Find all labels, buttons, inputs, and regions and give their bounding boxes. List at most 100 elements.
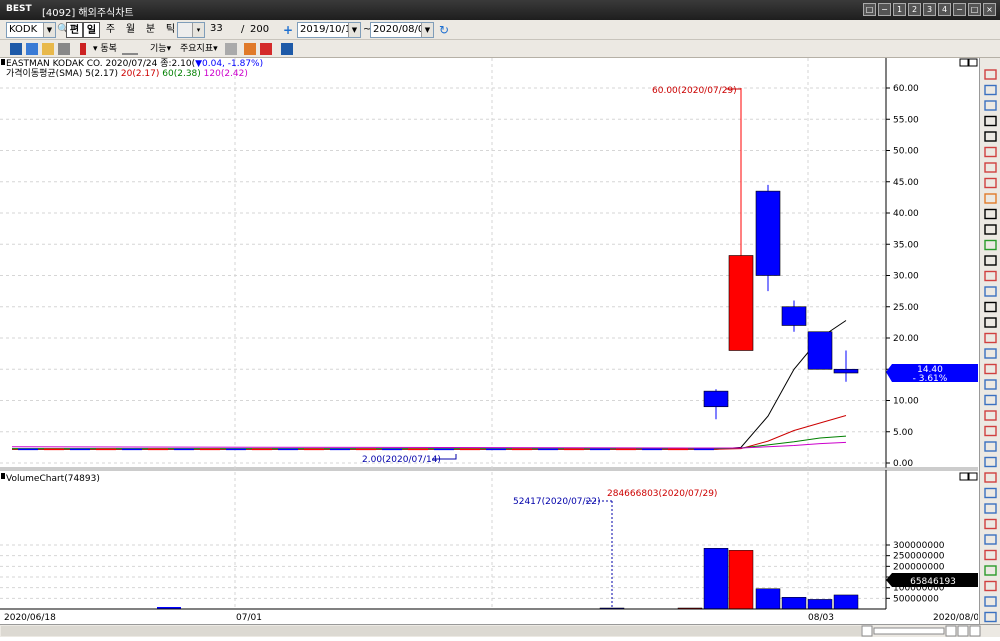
volume-annotation-max: 284666803(2020/07/29) bbox=[607, 489, 717, 499]
drawing-tool-icon[interactable] bbox=[984, 379, 997, 390]
drawing-tool-icon[interactable] bbox=[984, 224, 997, 235]
window-btn-minimize-tool[interactable]: − bbox=[878, 3, 891, 16]
period-month-tab[interactable]: 월 bbox=[122, 22, 139, 38]
window-btn-layout-4[interactable]: 4 bbox=[938, 3, 951, 16]
drawing-tool-icon[interactable] bbox=[984, 441, 997, 452]
trend-tool-icon[interactable] bbox=[122, 43, 138, 55]
interval-dropdown-icon[interactable]: ▾ bbox=[192, 23, 204, 37]
end-date-field[interactable]: 2020/08/04 ▼ bbox=[370, 22, 434, 38]
export-data-icon[interactable] bbox=[244, 43, 256, 55]
drawing-tool-icon[interactable] bbox=[984, 518, 997, 530]
window-title: [4092] 해외주식차트 bbox=[42, 8, 134, 19]
bottom-scrollbar[interactable] bbox=[0, 624, 1000, 637]
function-menu[interactable]: 기능▾ bbox=[150, 43, 171, 55]
drawing-tool-icon[interactable] bbox=[984, 394, 997, 406]
window-maximize-button[interactable]: □ bbox=[968, 3, 981, 16]
drawing-tool-icon[interactable] bbox=[984, 534, 997, 545]
drawing-tool-icon[interactable] bbox=[984, 487, 997, 499]
window-close-button[interactable]: × bbox=[983, 3, 996, 16]
main-toolbar: KODK ▼ 🔍 편 일 주 월 분 틱 ▾ 33 / 200 + 2019/1… bbox=[0, 20, 1000, 40]
chart-area[interactable]: 60.00 55.00 50.00 45.00 40.00 35.00 30.00 25.00… bbox=[0, 58, 985, 626]
price-panel-close-button[interactable] bbox=[968, 58, 978, 67]
drawing-tool-icon[interactable] bbox=[984, 332, 997, 344]
volume-panel-close-button[interactable] bbox=[968, 472, 978, 481]
open-folder-icon[interactable] bbox=[42, 43, 54, 55]
drawing-tool-icon[interactable] bbox=[984, 301, 997, 313]
window-btn-restore[interactable]: □ bbox=[863, 3, 876, 16]
drawing-tool-icon[interactable] bbox=[984, 596, 997, 607]
drawing-tool-icon[interactable] bbox=[984, 565, 997, 576]
drawing-tool-icon[interactable] bbox=[984, 177, 997, 189]
period-edit-button[interactable]: 편 bbox=[66, 22, 83, 38]
price-panel-maximize-button[interactable] bbox=[959, 58, 969, 67]
volume-panel-maximize-button[interactable] bbox=[959, 472, 969, 481]
zoom-in-button[interactable] bbox=[945, 625, 957, 637]
end-date-dropdown-icon[interactable]: ▼ bbox=[421, 23, 433, 37]
drawing-tool-icon[interactable] bbox=[984, 363, 997, 375]
chart-setting-icon[interactable] bbox=[10, 43, 22, 55]
drawing-tool-icon[interactable] bbox=[984, 162, 997, 173]
window-btn-layout-3[interactable]: 3 bbox=[923, 3, 936, 16]
volume-bar bbox=[807, 599, 833, 610]
window-btn-layout-2[interactable]: 2 bbox=[908, 3, 921, 16]
new-window-icon[interactable] bbox=[26, 43, 38, 55]
drawing-tool-icon[interactable] bbox=[984, 69, 997, 80]
drawing-tool-icon[interactable] bbox=[984, 270, 997, 282]
candle-type-icon[interactable] bbox=[80, 43, 86, 55]
toggle-panel-icon[interactable] bbox=[225, 43, 237, 55]
window-minimize-button[interactable]: − bbox=[953, 3, 966, 16]
drawing-tool-icon[interactable] bbox=[984, 193, 997, 204]
plus-icon[interactable]: + bbox=[283, 22, 293, 38]
zoom-slider[interactable] bbox=[873, 627, 945, 635]
history-candle bbox=[382, 448, 402, 451]
drawing-tool-icon[interactable] bbox=[984, 580, 997, 592]
drawing-tool-icon[interactable] bbox=[984, 456, 997, 468]
drawing-tool-icon[interactable] bbox=[984, 131, 997, 142]
period-minute-tab[interactable]: 분 bbox=[142, 22, 159, 38]
period-day-tab[interactable]: 일 bbox=[83, 22, 100, 38]
drawing-tool-icon[interactable] bbox=[984, 611, 997, 623]
drawing-tool-icon[interactable] bbox=[984, 84, 997, 96]
drawing-tool-icon[interactable] bbox=[984, 348, 997, 359]
chart-toolbar: ▾ 동복 기능▾ 주요지표▾ bbox=[0, 40, 1000, 58]
start-date-dropdown-icon[interactable]: ▼ bbox=[348, 23, 360, 37]
print-icon[interactable] bbox=[58, 43, 70, 55]
start-date-field[interactable]: 2019/10/18 ▼ bbox=[297, 22, 361, 38]
interval-combo[interactable]: ▾ bbox=[177, 22, 205, 38]
period-week-tab[interactable]: 주 bbox=[102, 22, 119, 38]
history-candle bbox=[70, 448, 90, 451]
symbol-combo[interactable]: KODK ▼ bbox=[6, 22, 56, 38]
drawing-tool-icon[interactable] bbox=[984, 208, 997, 220]
layout-toggle[interactable]: ▾ 동복 bbox=[93, 43, 117, 55]
history-candle bbox=[174, 448, 194, 451]
drawing-tool-icon[interactable] bbox=[984, 549, 997, 561]
scroll-left-button[interactable] bbox=[861, 625, 873, 637]
indicator-menu[interactable]: 주요지표▾ bbox=[180, 43, 218, 55]
history-candle bbox=[330, 448, 350, 451]
drawing-tool-icon[interactable] bbox=[984, 410, 997, 421]
expand-panel-icon[interactable] bbox=[281, 43, 293, 55]
drawing-tool-icon[interactable] bbox=[984, 115, 997, 127]
drawing-tool-icon[interactable] bbox=[984, 503, 997, 514]
drawing-tool-icon[interactable] bbox=[984, 146, 997, 158]
stop-icon[interactable] bbox=[260, 43, 272, 55]
scroll-right-button[interactable] bbox=[969, 625, 981, 637]
scroll-track[interactable] bbox=[1, 626, 861, 636]
history-candle bbox=[616, 448, 636, 451]
panel-marker-icon bbox=[1, 59, 5, 65]
volume-y-ticks: 3000000002500000002000000001500000001000… bbox=[886, 541, 945, 604]
count-input[interactable]: 33 bbox=[208, 22, 238, 38]
zoom-out-button[interactable] bbox=[957, 625, 969, 637]
drawing-tool-icon[interactable] bbox=[984, 255, 997, 266]
drawing-tool-icon[interactable] bbox=[984, 317, 997, 328]
symbol-dropdown-icon[interactable]: ▼ bbox=[43, 23, 55, 37]
chart-svg[interactable]: 60.00 55.00 50.00 45.00 40.00 35.00 30.00 25.00… bbox=[0, 58, 985, 626]
window-btn-layout-1[interactable]: 1 bbox=[893, 3, 906, 16]
drawing-tool-icon[interactable] bbox=[984, 472, 997, 483]
drawing-tool-icon[interactable] bbox=[984, 100, 997, 111]
drawing-tool-icon[interactable] bbox=[984, 286, 997, 297]
drawing-tool-icon[interactable] bbox=[984, 425, 997, 437]
drawing-tool-icon[interactable] bbox=[984, 239, 997, 251]
refresh-icon[interactable]: ↻ bbox=[439, 22, 449, 38]
volume-label: VolumeChart(74893) bbox=[6, 474, 100, 484]
